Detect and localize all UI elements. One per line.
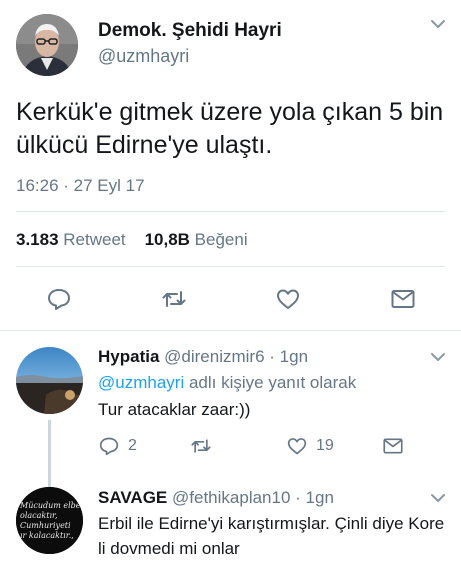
avatar-photo-icon (16, 14, 78, 76)
author-name[interactable]: Demok. Şehidi Hayri (98, 20, 282, 42)
reply-count: 2 (128, 437, 137, 454)
reply-header: Hypatia @direnizmir6 · 1gn (98, 347, 308, 367)
reply-icon (99, 437, 119, 456)
retweet-action[interactable] (190, 435, 212, 457)
tweet-text: Kerkük'e gitmek üzere yola çıkan 5 bin ü… (16, 98, 444, 159)
chevron-down-icon[interactable] (430, 18, 446, 30)
tweet-timestamp[interactable]: 16:26 · 27 Eyl 17 (16, 176, 145, 196)
retweet-icon (191, 439, 211, 453)
divider (16, 266, 445, 267)
reply-time[interactable]: · 1gn (269, 347, 308, 366)
reply-tweet[interactable]: Mücudum elbet olacaktır, Cumhuriyeti ır … (0, 479, 461, 576)
reply-author-name[interactable]: Hypatia (98, 347, 159, 366)
chevron-down-icon[interactable] (430, 492, 446, 504)
reply-author-handle[interactable]: @direnizmir6 (164, 347, 264, 366)
avatar[interactable]: Mücudum elbet olacaktır, Cumhuriyeti ır … (16, 487, 83, 554)
retweet-label[interactable]: Retweet (63, 230, 125, 249)
reply-icon[interactable] (46, 287, 72, 311)
like-count: 19 (316, 437, 334, 454)
like-label[interactable]: Beğeni (195, 230, 248, 249)
thread-line (48, 420, 51, 479)
reply-text: Tur atacaklar zaar:)) (98, 400, 251, 419)
thread-line (48, 479, 51, 487)
retweet-count[interactable]: 3.183 (16, 230, 59, 249)
main-tweet: Demok. Şehidi Hayri @uzmhayri Kerkük'e g… (0, 0, 461, 330)
avatar[interactable] (16, 14, 78, 76)
reply-header: SAVAGE @fethikaplan10 · 1gn (98, 488, 334, 508)
reply-action[interactable]: 2 (98, 435, 137, 457)
author-handle[interactable]: @uzmhayri (98, 46, 189, 67)
message-action[interactable] (382, 435, 404, 457)
message-icon (383, 438, 403, 454)
like-count[interactable]: 10,8B (145, 230, 190, 249)
reply-tweet[interactable]: Hypatia @direnizmir6 · 1gn @uzmhayri adl… (0, 331, 461, 479)
reply-text: Erbil ile Edirne'yi karıştırmışlar. Çinl… (98, 514, 445, 558)
avatar-quote-text: Mücudum elbet olacaktır, Cumhuriyeti ır … (20, 501, 83, 540)
retweet-icon[interactable] (161, 287, 187, 311)
avatar[interactable] (16, 347, 83, 414)
reply-time[interactable]: · 1gn (295, 488, 334, 507)
reply-author-handle[interactable]: @fethikaplan10 (172, 488, 290, 507)
chevron-down-icon[interactable] (430, 351, 446, 363)
like-icon (287, 438, 307, 455)
landscape-avatar-icon (16, 347, 83, 414)
message-icon[interactable] (390, 287, 416, 311)
reply-to-line: @uzmhayri adlı kişiye yanıt olarak (98, 373, 356, 393)
like-icon[interactable] (275, 287, 301, 311)
like-action[interactable]: 19 (286, 435, 334, 457)
divider (16, 211, 445, 212)
reply-to-suffix: adlı kişiye yanıt olarak (184, 373, 357, 392)
reply-to-mention[interactable]: @uzmhayri (98, 373, 184, 392)
tweet-stats: 3.183 Retweet 10,8B Beğeni (16, 230, 248, 250)
reply-author-name[interactable]: SAVAGE (98, 488, 167, 507)
